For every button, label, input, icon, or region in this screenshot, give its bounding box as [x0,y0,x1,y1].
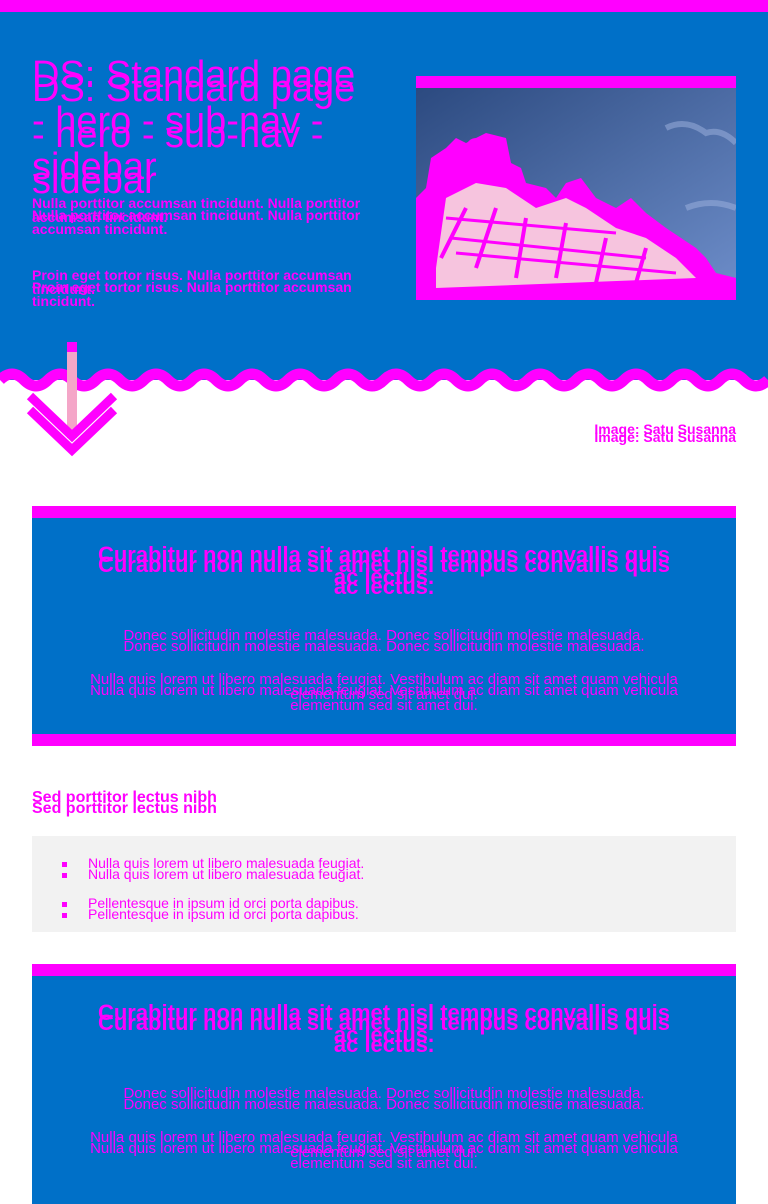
callout-paragraph: Nulla quis lorem ut libero malesuada feu… [72,1130,696,1171]
callout-block: Curabitur non nulla sit amet nisl tempus… [32,506,736,746]
bullet-icon [62,902,67,907]
hero-image [416,88,736,288]
scroll-down-button[interactable] [22,340,122,458]
callout-paragraph: Nulla quis lorem ut libero malesuada feu… [72,672,696,713]
callout-paragraph-echo: Nulla quis lorem ut libero malesuada feu… [90,682,678,714]
list-heading-echo: Sed porttitor lectus nibh [32,800,217,817]
list-item-label: Nulla quis lorem ut libero malesuada feu… [88,856,588,881]
chevron-down-icon [26,342,118,457]
callout-heading: Curabitur non nulla sit amet nisl tempus… [88,1002,680,1056]
callout-paragraph-echo: Donec sollicitudin molestie malesuada. D… [123,1096,645,1113]
callout-paragraph: Donec sollicitudin molestie malesuada. D… [72,1086,696,1112]
hero-intro-paragraph: Nulla porttitor accumsan tincidunt. Null… [32,196,362,236]
callout-heading-echo: Curabitur non nulla sit amet nisl tempus… [97,1010,671,1057]
callout-block: Curabitur non nulla sit amet nisl tempus… [32,964,736,1204]
list-item-label: Pellentesque in ipsum id orci porta dapi… [88,896,588,921]
callout-paragraph-echo: Donec sollicitudin molestie malesuada. D… [123,638,645,655]
image-caption-echo: Image: Satu Susanna [594,429,736,445]
bullet-icon [62,862,67,867]
bullet-list-panel: Nulla quis lorem ut libero malesuada feu… [32,836,736,932]
callout-heading: Curabitur non nulla sit amet nisl tempus… [88,544,680,598]
callout-paragraph-echo: Nulla quis lorem ut libero malesuada feu… [90,1140,678,1172]
building-photo [416,88,736,288]
bullet-icon [62,873,67,878]
callout-paragraph: Donec sollicitudin molestie malesuada. D… [72,628,696,654]
hero-image-frame [416,76,736,300]
hero-secondary-paragraph: Proin eget tortor risus. Nulla porttitor… [32,268,362,308]
page-title-echo: DS: Standard page - hero - sub-nav - sid… [32,68,356,202]
image-caption: Image: Satu Susanna Image: Satu Susanna [436,422,736,444]
list-item-echo: Nulla quis lorem ut libero malesuada feu… [88,866,365,882]
list-section-heading: Sed porttitor lectus nibh Sed porttitor … [32,790,432,817]
top-accent-bar [0,0,768,12]
bullet-icon [62,913,67,918]
callout-heading-echo: Curabitur non nulla sit amet nisl tempus… [97,552,671,599]
hero-intro-echo: Nulla porttitor accumsan tincidunt. Null… [32,207,361,237]
list-item-echo: Pellentesque in ipsum id orci porta dapi… [88,906,359,922]
hero-secondary-echo: Proin eget tortor risus. Nulla porttitor… [32,279,352,309]
page-title: DS: Standard page - hero - sub-nav - sid… [32,52,362,202]
hero-section: DS: Standard page - hero - sub-nav - sid… [0,12,768,380]
